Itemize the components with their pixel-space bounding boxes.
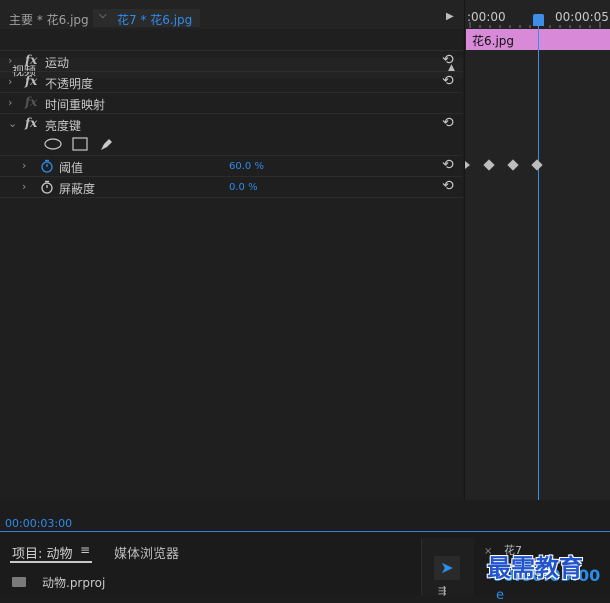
tools-panel: ➤ ⇶ [421, 538, 475, 597]
panel-tab-bar: 主要 * 花6.jpg ⌵ 花7 * 花6.jpg ▶ [0, 0, 465, 29]
tab-sequence-label: 花7 * 花6.jpg [117, 13, 193, 27]
effect-timeline[interactable]: :00:00 00:00:05:00 花6.jpg [464, 0, 610, 510]
param-name: 阈值 [59, 161, 84, 175]
effect-name: 时间重映射 [45, 98, 106, 112]
fx-icon[interactable]: fx [25, 116, 37, 130]
effect-row-motion[interactable]: › fx 运动 ⟲ [0, 50, 463, 71]
stopwatch-icon[interactable] [40, 180, 54, 194]
reset-icon[interactable]: ⟲ [442, 52, 454, 68]
clip-name: 花6.jpg [472, 34, 515, 48]
param-value[interactable]: 0.0 % [229, 182, 258, 193]
status-bar: 00:00:03:00 [0, 500, 610, 532]
ellipse-mask-icon[interactable] [44, 138, 62, 150]
reset-icon[interactable]: ⟲ [442, 178, 454, 194]
chevron-right-icon[interactable]: › [8, 54, 12, 67]
current-timecode[interactable]: 00:00:03:00 [5, 517, 72, 530]
param-row-shadow[interactable]: › 屏蔽度 0.0 % ⟲ [0, 176, 463, 197]
chevron-down-icon[interactable]: ⌵ [99, 10, 107, 21]
row-divider [0, 197, 463, 198]
param-name: 屏蔽度 [59, 182, 96, 196]
keyframe[interactable] [531, 159, 543, 171]
effect-name: 亮度键 [45, 119, 82, 133]
track-select-tool-icon[interactable]: ⇶ [438, 586, 446, 597]
effect-name: 不透明度 [45, 77, 94, 91]
reset-icon[interactable]: ⟲ [442, 73, 454, 89]
chevron-right-icon[interactable]: › [22, 180, 26, 193]
tab-project[interactable]: 项目: 动物 [12, 543, 73, 562]
playhead-line [538, 14, 539, 500]
fx-icon[interactable]: fx [25, 74, 37, 88]
tab-effect-controls[interactable]: ⌵ 花7 * 花6.jpg [93, 9, 200, 27]
effect-row-luma-key[interactable]: ⌄ fx 亮度键 ⟲ [0, 113, 463, 134]
pen-mask-icon[interactable] [98, 136, 114, 152]
mask-tools-row [0, 134, 463, 154]
chevron-right-icon[interactable]: › [22, 159, 26, 172]
rectangle-mask-icon[interactable] [72, 137, 88, 151]
panel-menu-icon[interactable]: ≡ [80, 543, 90, 557]
reset-icon[interactable]: ⟲ [442, 157, 454, 173]
param-row-threshold[interactable]: › 阈值 60.0 % ⟲ [0, 155, 463, 176]
keyframe-nav-arrow-icon[interactable] [465, 161, 470, 169]
tab-media-browser[interactable]: 媒体浏览器 [114, 543, 179, 562]
chevron-down-icon[interactable]: ⌄ [8, 117, 17, 130]
effect-row-time-remap[interactable]: › fx 时间重映射 [0, 92, 463, 113]
effect-row-opacity[interactable]: › fx 不透明度 ⟲ [0, 71, 463, 92]
active-tab-underline [10, 561, 92, 563]
fx-icon[interactable]: fx [25, 53, 37, 67]
stopwatch-icon[interactable] [40, 159, 54, 173]
effect-name: 运动 [45, 56, 70, 70]
playhead-handle[interactable] [533, 14, 544, 26]
effect-controls-panel: 视频 ▲ › fx 运动 ⟲ › fx 不透明度 ⟲ › fx 时间重映射 ⌄ … [0, 29, 463, 500]
selection-tool-icon[interactable]: ➤ [434, 556, 460, 580]
param-value[interactable]: 60.0 % [229, 161, 264, 172]
watermark-text: 最需教育 [487, 554, 583, 582]
chevron-right-icon[interactable]: › [8, 75, 12, 88]
folder-icon [12, 577, 26, 587]
reset-icon[interactable]: ⟲ [442, 115, 454, 131]
chevron-right-icon[interactable]: › [8, 96, 12, 109]
keyframe[interactable] [507, 159, 519, 171]
project-file-name[interactable]: 动物.prproj [42, 574, 105, 591]
play-only-icon[interactable]: ▶ [446, 11, 454, 22]
tab-source-monitor[interactable]: 主要 * 花6.jpg [9, 11, 89, 28]
keyframe[interactable] [483, 159, 495, 171]
fx-icon: fx [25, 95, 38, 109]
